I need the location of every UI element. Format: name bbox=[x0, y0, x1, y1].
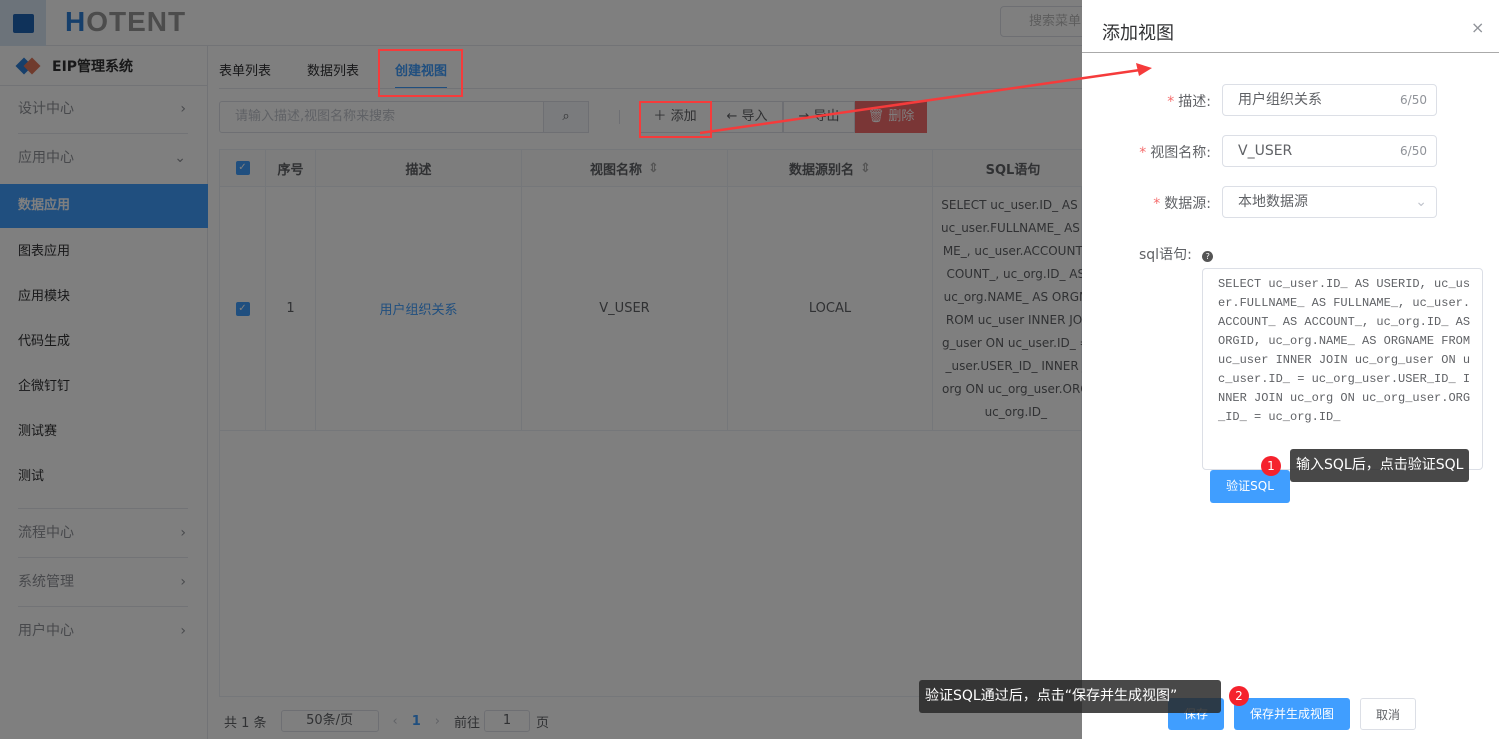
step-badge-2: 2 bbox=[1229, 686, 1249, 706]
annotation-tooltip-1: 输入SQL后，点击验证SQL bbox=[1290, 449, 1470, 482]
annotation-arrow bbox=[699, 63, 1152, 135]
annotation-tooltip-2: 验证SQL通过后，点击“保存并生成视图” bbox=[919, 680, 1221, 713]
step-badge-1: 1 bbox=[1261, 456, 1281, 476]
